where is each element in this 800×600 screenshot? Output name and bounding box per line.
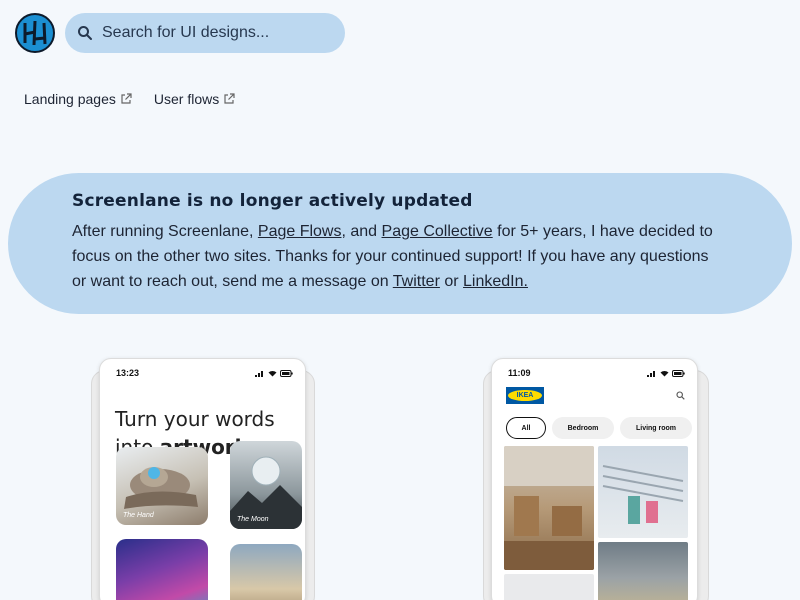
logo-icon xyxy=(15,13,55,53)
signal-icon xyxy=(647,370,655,377)
banner-text: After running Screenlane, Page Flows, an… xyxy=(72,219,722,294)
external-link-icon xyxy=(224,93,235,104)
status-time: 11:09 xyxy=(508,368,531,378)
tile-label: The Moon xyxy=(237,516,269,523)
link-twitter[interactable]: Twitter xyxy=(393,273,440,290)
announcement-banner: Screenlane is no longer actively updated… xyxy=(8,173,792,314)
phone-screenshot[interactable]: 13:23 Turn your words into artwork The H… xyxy=(99,358,306,600)
search-icon xyxy=(676,391,685,400)
search-icon xyxy=(78,26,92,40)
banner-title: Screenlane is no longer actively updated xyxy=(72,191,473,211)
wifi-icon xyxy=(268,370,277,376)
tile-label: The Hand xyxy=(123,512,154,519)
signal-icon xyxy=(255,370,263,377)
nav-link-user-flows[interactable]: User flows xyxy=(154,91,235,107)
chip-bedroom[interactable]: Bedroom xyxy=(552,417,614,439)
nav-link-label: User flows xyxy=(153,91,220,107)
screenlane-logo[interactable] xyxy=(15,13,55,53)
battery-icon xyxy=(672,369,685,377)
headline-line: Turn your words xyxy=(115,407,275,431)
artwork-tile xyxy=(230,544,302,600)
nav-links: Landing pages User flows xyxy=(24,91,235,107)
search-placeholder: Search for UI designs... xyxy=(102,24,270,41)
product-image xyxy=(504,574,594,600)
category-chips: All Bedroom Living room xyxy=(506,417,692,439)
status-icons xyxy=(647,368,685,378)
drying-rack-image xyxy=(602,465,684,524)
chip-living-room[interactable]: Living room xyxy=(620,417,692,439)
banner-text-part: , and xyxy=(341,223,382,240)
product-image xyxy=(598,542,688,600)
cafe-interior-image xyxy=(504,446,594,570)
link-page-flows[interactable]: Page Flows xyxy=(258,223,342,240)
link-page-collective[interactable]: Page Collective xyxy=(382,223,493,240)
link-linkedin[interactable]: LinkedIn. xyxy=(463,273,528,290)
external-link-icon xyxy=(121,93,132,104)
status-time: 13:23 xyxy=(116,368,140,378)
artwork-tile: The Hand xyxy=(116,447,208,525)
design-card[interactable]: 11:09 IKEA All Bedroom Living room xyxy=(483,358,709,600)
banner-text-part: or xyxy=(439,273,464,290)
product-image xyxy=(504,446,594,570)
nav-link-landing-pages[interactable]: Landing pages xyxy=(24,91,132,107)
banner-text-part: After running Screenlane, xyxy=(72,223,258,240)
status-bar: 13:23 xyxy=(116,368,293,378)
design-card[interactable]: 13:23 Turn your words into artwork The H… xyxy=(91,358,315,600)
wifi-icon xyxy=(660,370,669,376)
product-image xyxy=(598,446,688,538)
nav-link-label: Landing pages xyxy=(24,91,116,107)
ikea-logo-text: IKEA xyxy=(508,390,542,401)
ikea-logo: IKEA xyxy=(506,387,544,404)
search-input[interactable]: Search for UI designs... xyxy=(65,13,345,53)
status-icons xyxy=(255,368,293,378)
artwork-tile xyxy=(116,539,208,600)
phone-screenshot[interactable]: 11:09 IKEA All Bedroom Living room xyxy=(491,358,698,600)
battery-icon xyxy=(280,369,293,377)
artwork-tile: The Moon xyxy=(230,441,302,529)
status-bar: 11:09 xyxy=(508,368,685,378)
chip-all[interactable]: All xyxy=(506,417,546,439)
